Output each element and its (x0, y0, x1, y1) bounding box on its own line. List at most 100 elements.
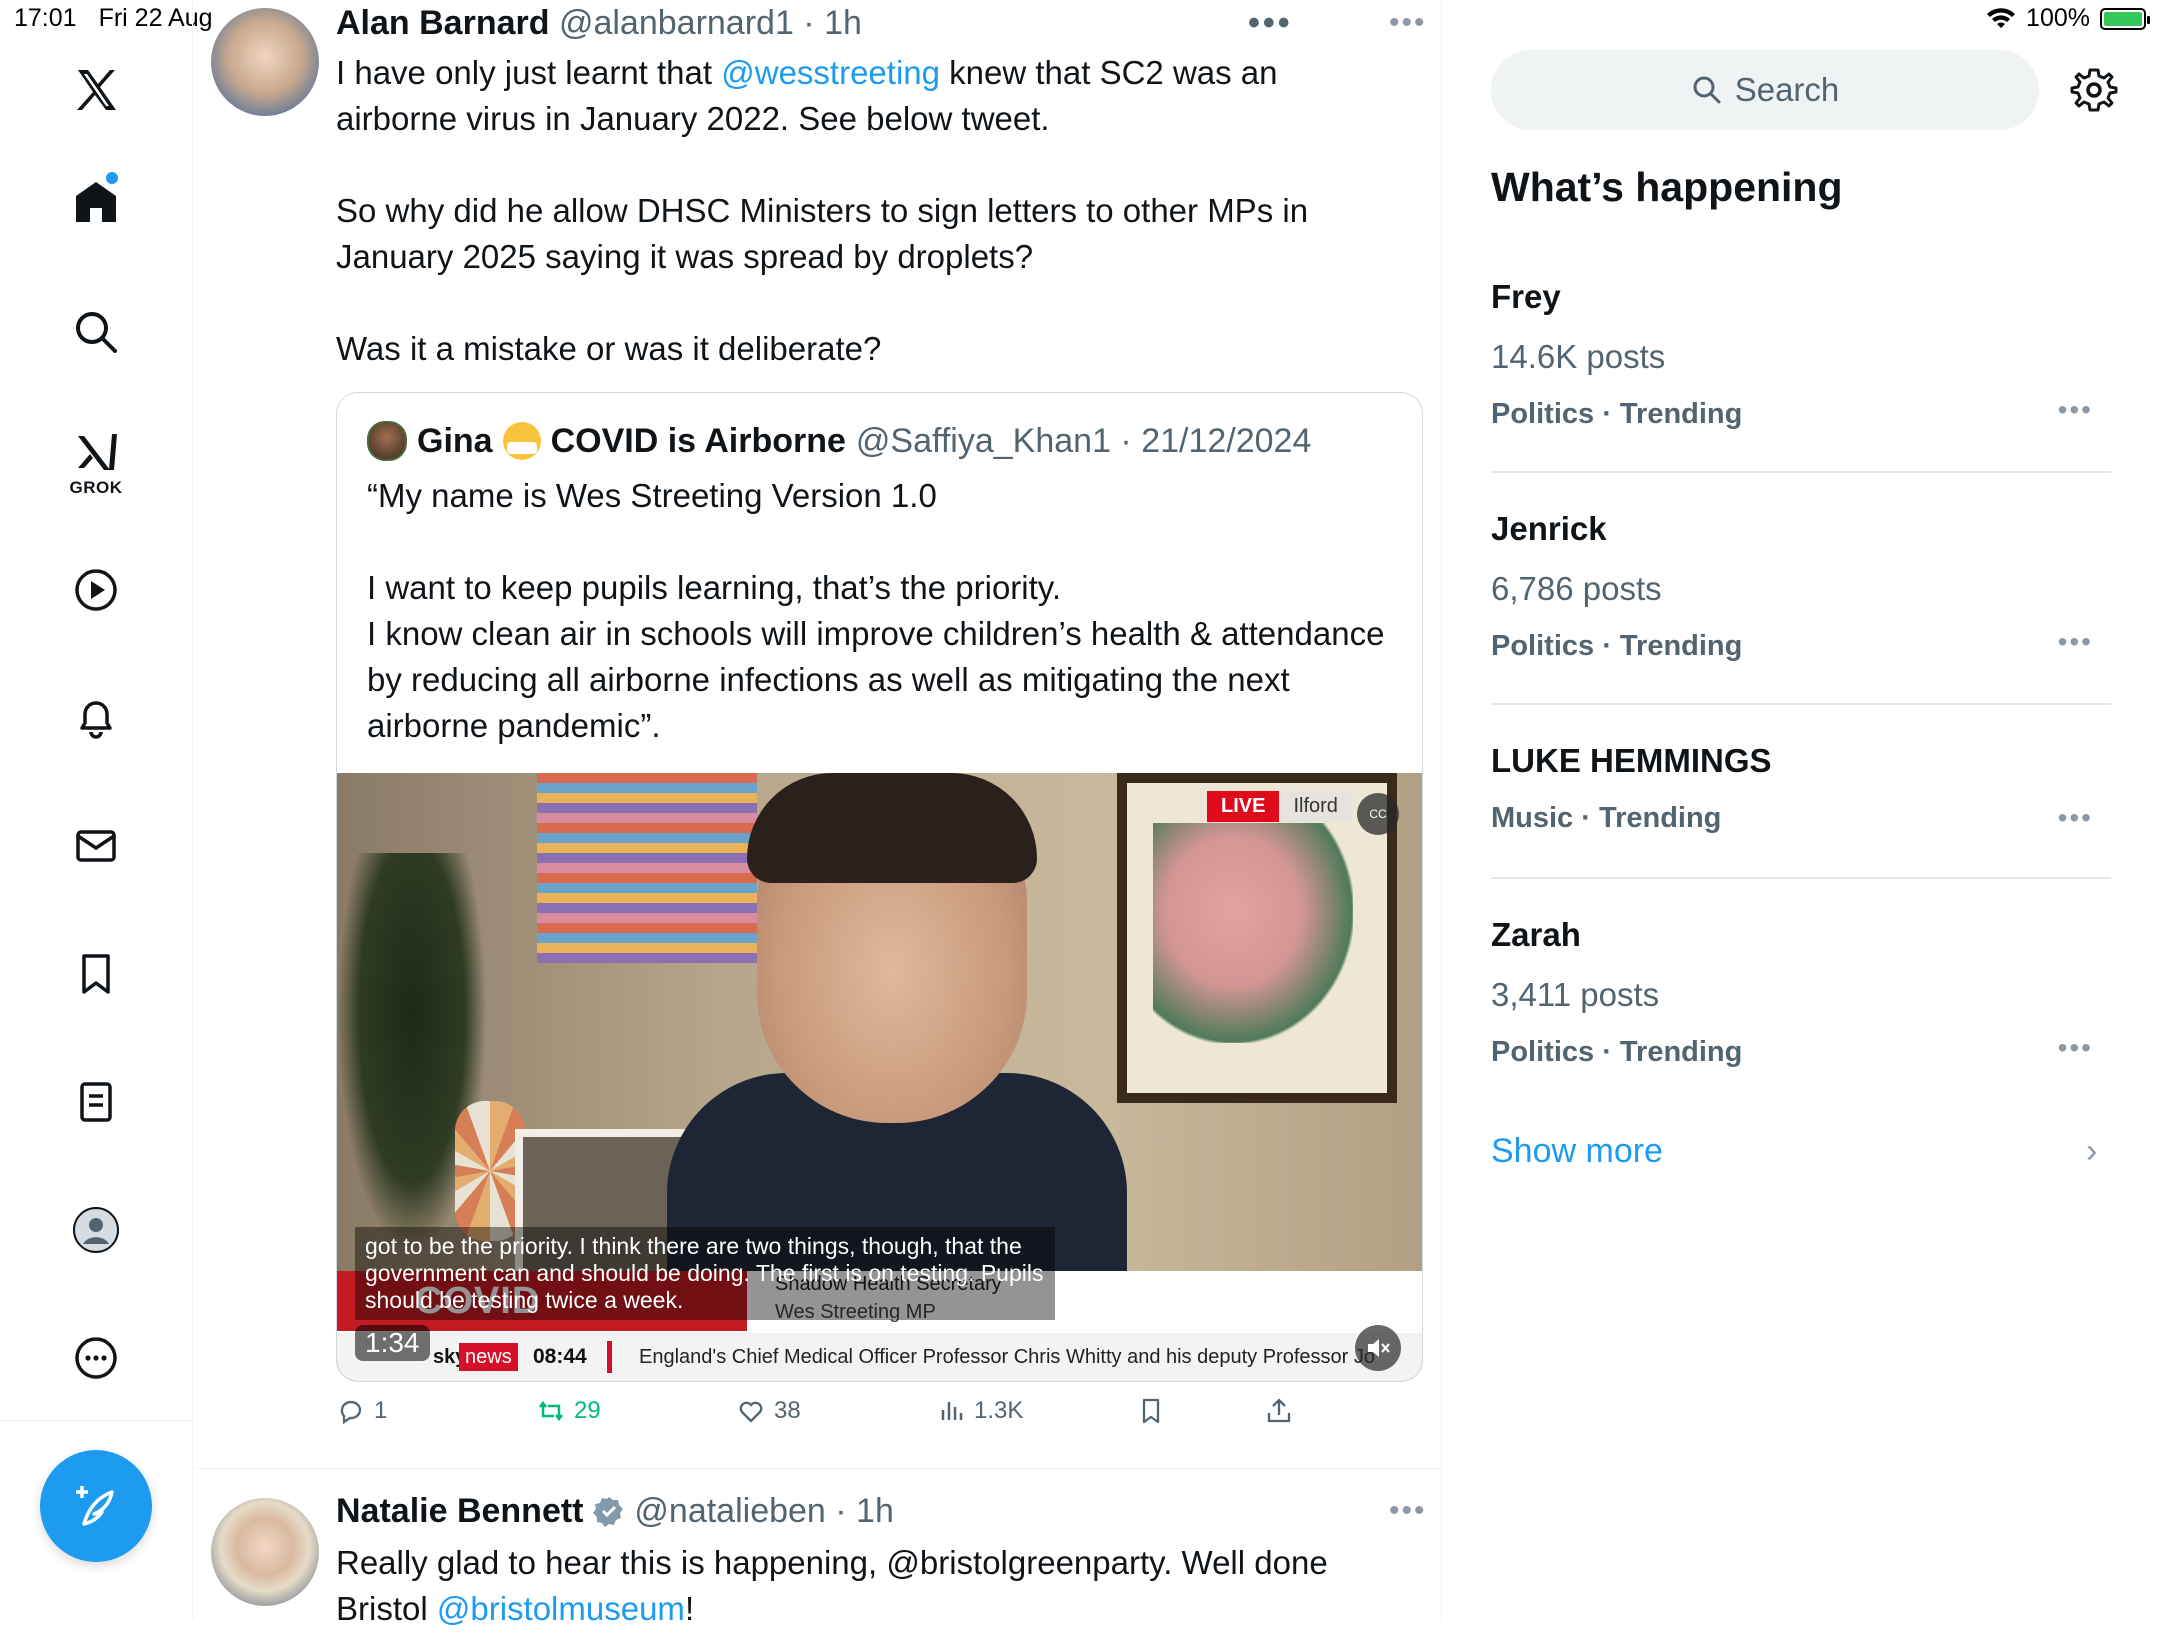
x-logo-icon[interactable] (56, 50, 136, 130)
bookmarks-icon[interactable] (56, 934, 136, 1014)
settings-gear-icon[interactable] (2070, 66, 2118, 114)
mention-link-2[interactable]: @bristolmuseum (437, 1590, 685, 1627)
repost-button[interactable]: 29 (536, 1396, 601, 1426)
trend-divider (1491, 877, 2111, 879)
more-options-icon[interactable] (56, 1318, 136, 1398)
post-author-avatar[interactable] (211, 8, 319, 116)
video-play-icon[interactable] (56, 550, 136, 630)
quoted-author-name-suffix: COVID is Airborne (550, 421, 846, 460)
home-notification-dot (106, 172, 118, 184)
search-icon[interactable] (56, 292, 136, 372)
mention-link[interactable]: @wesstreeting (721, 54, 940, 91)
whats-happening-title: What’s happening (1491, 164, 1843, 210)
mask-face-emoji-icon (502, 422, 541, 460)
author-name[interactable]: Alan Barnard (336, 4, 550, 42)
ticker-separator (607, 1341, 612, 1373)
grok-label: GROK (69, 478, 123, 497)
compose-feather-icon (76, 1486, 114, 1526)
video-stripe-painting (537, 773, 757, 963)
compose-post-button[interactable] (40, 1450, 152, 1562)
lists-icon[interactable] (56, 1062, 136, 1142)
quoted-post-header: Gina COVID is Airborne @Saffiya_Khan1 · … (367, 421, 1311, 461)
quoted-text: “My name is Wes Streeting Version 1.0 I … (367, 473, 1397, 795)
mute-button[interactable] (1355, 1325, 1401, 1371)
status-bar-right: 100% (1986, 4, 2150, 33)
closed-captions-button[interactable]: CC (1357, 793, 1399, 835)
trend-name: Jenrick (1491, 510, 1607, 547)
like-count: 38 (774, 1397, 801, 1424)
video-framed-map (1117, 773, 1397, 1103)
multitasking-grip[interactable]: ••• (1248, 4, 1293, 43)
video-person-hair (747, 773, 1037, 883)
ticker-text: England's Chief Medical Officer Professo… (639, 1346, 1375, 1368)
trend-posts: 6,786 posts (1491, 570, 1662, 607)
trend-item[interactable]: LUKE HEMMINGS Music · Trending ••• (1491, 742, 2111, 835)
battery-icon (2100, 7, 2150, 30)
post-text: I have only just learnt that @wesstreeti… (336, 50, 1406, 418)
author-handle-time[interactable]: @alanbarnard1 · 1h (559, 4, 862, 42)
reply-button[interactable]: 1 (336, 1396, 387, 1426)
trend-item[interactable]: Zarah 3,411 posts Politics · Trending ••… (1491, 916, 2111, 1069)
trend-posts: 3,411 posts (1491, 976, 1660, 1013)
trend-item[interactable]: Jenrick 6,786 posts Politics · Trending … (1491, 510, 2111, 663)
trend-more-icon[interactable]: ••• (2058, 1032, 2093, 1064)
post-more-icon-2[interactable]: ••• (1389, 1494, 1427, 1528)
search-icon (1693, 76, 1721, 104)
notifications-bell-icon[interactable] (56, 678, 136, 758)
repost-icon (539, 1400, 563, 1422)
live-label: LIVE (1207, 791, 1280, 822)
quoted-paragraph-2-line-1: I want to keep pupils learning, that’s t… (367, 569, 1061, 606)
trend-more-icon[interactable]: ••• (2058, 802, 2093, 834)
share-button[interactable] (1264, 1396, 1294, 1426)
trend-divider (1491, 471, 2111, 473)
quoted-author-name-prefix: Gina (417, 421, 493, 460)
trend-more-icon[interactable]: ••• (2058, 626, 2093, 658)
trend-name: Frey (1491, 278, 1561, 315)
views-count: 1.3K (974, 1397, 1024, 1424)
search-box[interactable]: Search (1491, 50, 2039, 130)
trend-posts: 14.6K posts (1491, 338, 1666, 375)
trend-divider (1491, 703, 2111, 705)
views-button[interactable]: 1.3K (936, 1396, 1023, 1426)
post-divider (193, 1468, 1441, 1469)
trend-item[interactable]: Frey 14.6K posts Politics · Trending ••• (1491, 278, 2111, 431)
battery-percent: 100% (2026, 4, 2090, 32)
ticker-time: 08:44 (533, 1345, 587, 1368)
quoted-handle-date: @Saffiya_Khan1 · 21/12/2024 (855, 421, 1312, 460)
speaker-muted-icon (1368, 1339, 1390, 1357)
post2-text-post: ! (684, 1590, 695, 1627)
live-badge: LIVE Ilford (1207, 791, 1352, 822)
quoted-author-avatar (367, 421, 407, 461)
video-duration: 1:34 (355, 1325, 430, 1361)
trend-category: Politics · Trending (1491, 630, 1743, 662)
post-more-icon[interactable]: ••• (1389, 6, 1427, 40)
post-text-pre: I have only just learnt that (336, 54, 722, 91)
quoted-post[interactable]: Gina COVID is Airborne @Saffiya_Khan1 · … (336, 392, 1423, 1382)
author-handle-time-2[interactable]: @natalieben · 1h (634, 1492, 893, 1530)
chevron-right-icon[interactable]: › (2086, 1132, 2097, 1171)
post-text-2: Really glad to hear this is happening, @… (336, 1540, 1406, 1632)
like-button[interactable]: 38 (736, 1396, 801, 1426)
profile-avatar-icon[interactable] (56, 1190, 136, 1270)
repost-count: 29 (574, 1397, 601, 1424)
post-actions: 1 29 38 1.3K (336, 1396, 1421, 1440)
trend-name: Zarah (1491, 916, 1581, 953)
post-paragraph-2: So why did he allow DHSC Ministers to si… (336, 192, 1309, 275)
messages-envelope-icon[interactable] (56, 806, 136, 886)
post-author-avatar-2[interactable] (211, 1498, 319, 1606)
cc-icon: CC (1369, 807, 1387, 821)
trend-more-icon[interactable]: ••• (2058, 394, 2093, 426)
home-icon[interactable] (56, 162, 136, 242)
author-name-2[interactable]: Natalie Bennett (336, 1492, 584, 1530)
post-header-2: Natalie Bennett @natalieben · 1h (336, 1492, 894, 1531)
video-player[interactable]: LIVE Ilford CC COVID RESTRICTIONS Shadow… (337, 773, 1422, 1381)
trend-category: Politics · Trending (1491, 398, 1743, 430)
news-ticker: sky news 08:44 England's Chief Medical O… (337, 1333, 1422, 1381)
live-location: Ilford (1279, 791, 1352, 822)
nav-divider (0, 1420, 192, 1421)
video-subtitle: got to be the priority. I think there ar… (355, 1227, 1055, 1320)
bookmark-button[interactable] (1136, 1396, 1166, 1426)
views-bar-chart-icon (941, 1402, 963, 1420)
show-more-link[interactable]: Show more (1491, 1132, 1663, 1171)
heart-icon (739, 1401, 763, 1423)
